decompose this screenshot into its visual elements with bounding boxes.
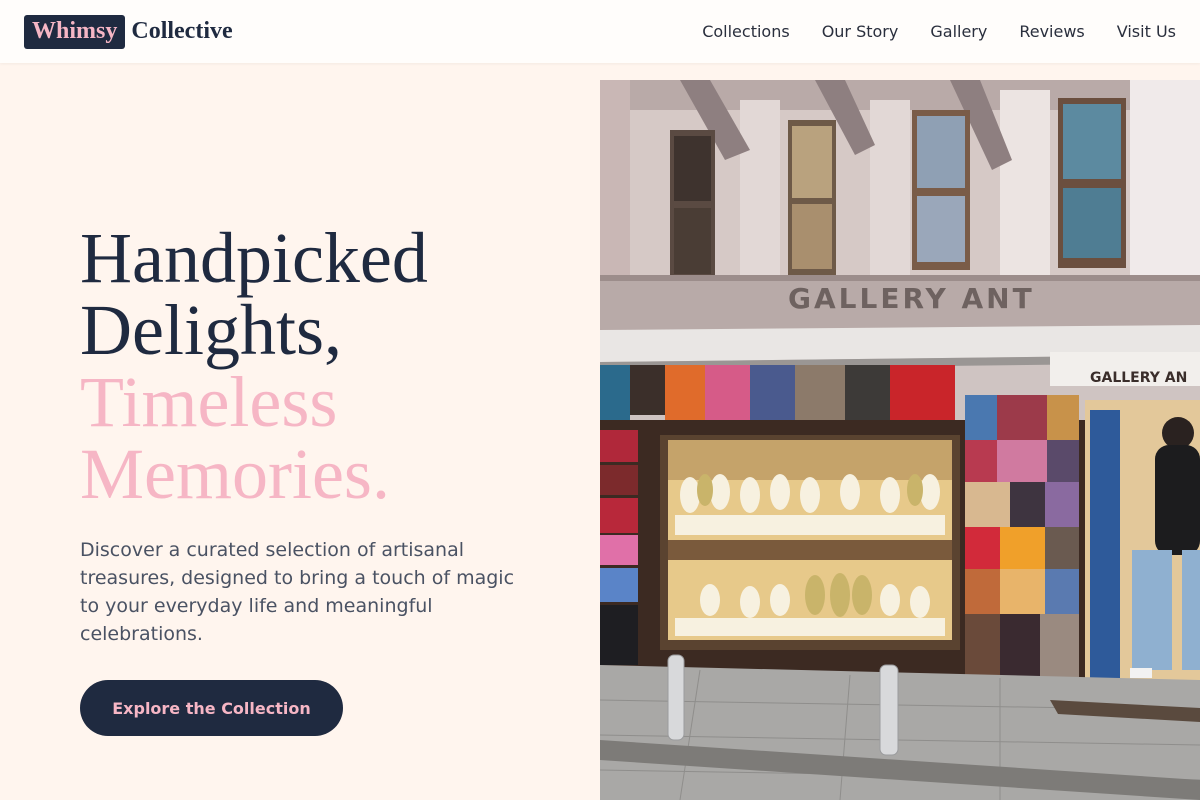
headline-line-1: Handpicked <box>80 218 428 298</box>
side-sign-text: GALLERY AN <box>1090 370 1187 386</box>
nav-link-visit-us[interactable]: Visit Us <box>1117 22 1176 41</box>
hero-headline: Handpicked Delights, Timeless Memories. <box>80 222 550 510</box>
brand-logo-text: Collective <box>131 18 233 44</box>
shop-sign-text: GALLERY ANT <box>788 282 1035 315</box>
nav-link-our-story[interactable]: Our Story <box>822 22 899 41</box>
brand-logo[interactable]: Whimsy Collective <box>24 14 233 49</box>
headline-line-2: Delights, <box>80 290 342 370</box>
site-header: Whimsy Collective Collections Our Story … <box>0 0 1200 63</box>
nav-link-reviews[interactable]: Reviews <box>1019 22 1084 41</box>
hero-description: Discover a curated selection of artisana… <box>80 539 515 645</box>
hero-photo: GALLERY ANT GALLERY AN <box>600 80 1200 800</box>
headline-line-3: Timeless <box>80 362 338 442</box>
hanging-scarves <box>600 365 955 425</box>
nav-link-collections[interactable]: Collections <box>702 22 789 41</box>
nav-link-gallery[interactable]: Gallery <box>930 22 987 41</box>
hero-text: Handpicked Delights, Timeless Memories. … <box>80 222 550 648</box>
explore-collection-button[interactable]: Explore the Collection <box>80 680 343 736</box>
storefront-illustration: GALLERY ANT GALLERY AN <box>600 80 1200 800</box>
headline-line-4: Memories. <box>80 434 390 514</box>
main-nav: Collections Our Story Gallery Reviews Vi… <box>702 22 1176 41</box>
brand-logo-highlight: Whimsy <box>24 14 126 49</box>
textile-wall <box>965 395 1079 689</box>
